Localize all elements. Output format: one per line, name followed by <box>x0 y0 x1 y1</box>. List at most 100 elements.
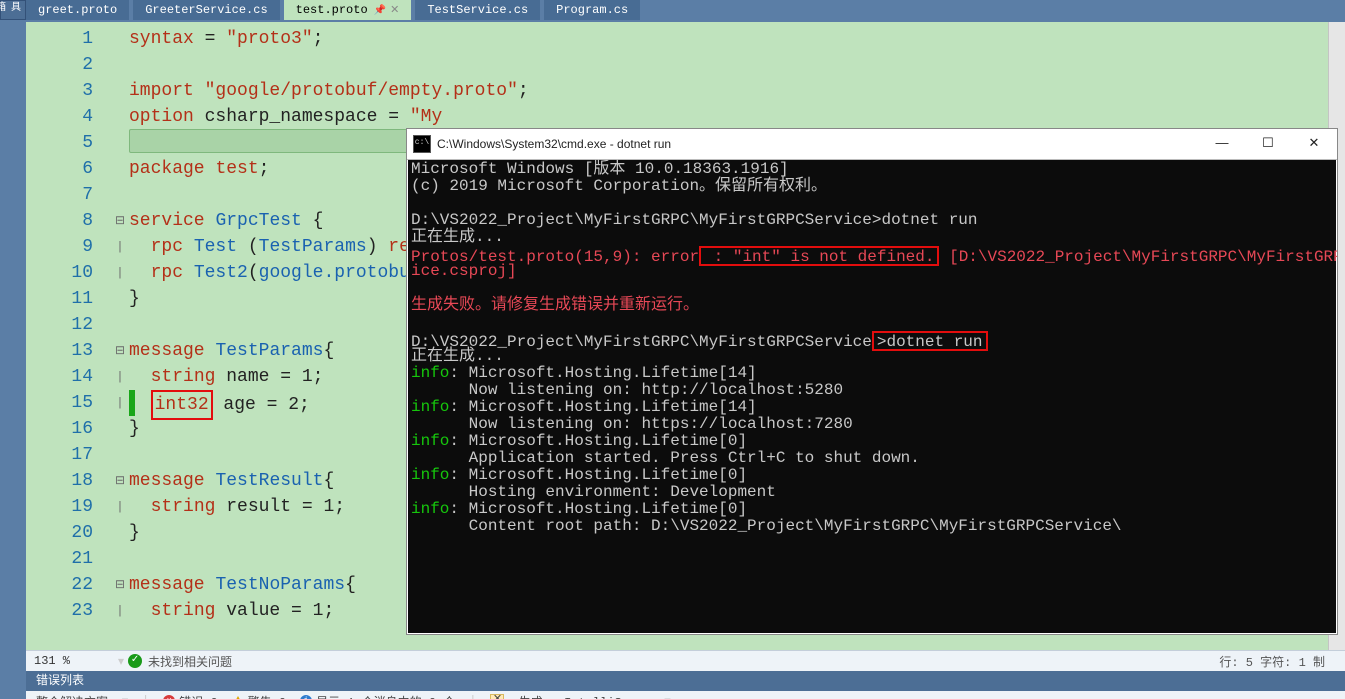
line-number: 18 <box>26 468 93 494</box>
filter-errors[interactable]: ×错误 0 <box>163 693 217 699</box>
fold-mark <box>111 156 129 182</box>
info-icon: i <box>300 695 312 699</box>
maximize-button[interactable]: ☐ <box>1245 129 1291 159</box>
line-number: 5 <box>26 130 93 156</box>
tab-greeterservice-cs[interactable]: GreeterService.cs <box>133 0 279 20</box>
filter-warnings[interactable]: 警告 0 <box>232 693 286 699</box>
toolbox-grip[interactable]: 工具箱 <box>0 0 26 20</box>
terminal-highlight-box: >dotnet run <box>872 331 988 351</box>
line-number: 19 <box>26 494 93 520</box>
line-number: 1 <box>26 26 93 52</box>
no-issues-label: 未找到相关问题 <box>148 653 1219 670</box>
error-list-header[interactable]: 错误列表 <box>26 671 1345 691</box>
terminal-line <box>411 314 1333 331</box>
line-number: 22 <box>26 572 93 598</box>
fold-mark <box>111 286 129 312</box>
terminal-line: info: Microsoft.Hosting.Lifetime[0] <box>411 433 1333 450</box>
terminal-line: Microsoft Windows [版本 10.0.18363.1916] <box>411 161 1333 178</box>
terminal-window[interactable]: c:\ C:\Windows\System32\cmd.exe - dotnet… <box>406 128 1338 635</box>
line-number: 3 <box>26 78 93 104</box>
fold-mark[interactable]: | <box>111 598 129 624</box>
error-icon: × <box>163 695 175 699</box>
terminal-line: Content root path: D:\VS2022_Project\MyF… <box>411 518 1333 535</box>
line-number: 15 <box>26 390 93 416</box>
fold-mark[interactable]: ⊟ <box>111 468 129 494</box>
code-line[interactable]: option csharp_namespace = "My <box>129 104 1345 130</box>
terminal-line <box>411 280 1333 297</box>
line-number: 6 <box>26 156 93 182</box>
terminal-line: 正在生成... <box>411 229 1333 246</box>
fold-mark <box>111 26 129 52</box>
caret-line-highlight <box>129 129 415 153</box>
caret-location: 行: 5 字符: 1 制 <box>1219 653 1345 670</box>
fold-mark <box>111 182 129 208</box>
line-number: 12 <box>26 312 93 338</box>
fold-mark[interactable]: | <box>111 390 129 416</box>
terminal-line: Hosting environment: Development <box>411 484 1333 501</box>
fold-mark[interactable]: ⊟ <box>111 208 129 234</box>
line-number: 20 <box>26 520 93 546</box>
terminal-line: 生成失败。请修复生成错误并重新运行。 <box>411 297 1333 314</box>
terminal-line: info: Microsoft.Hosting.Lifetime[14] <box>411 365 1333 382</box>
terminal-line: info: Microsoft.Hosting.Lifetime[14] <box>411 399 1333 416</box>
terminal-line: Application started. Press Ctrl+C to shu… <box>411 450 1333 467</box>
fold-mark <box>111 416 129 442</box>
fold-mark <box>111 78 129 104</box>
filter-scope[interactable]: 整个解决方案 <box>36 693 108 699</box>
terminal-line: D:\VS2022_Project\MyFirstGRPC\MyFirstGRP… <box>411 331 1333 348</box>
terminal-line: D:\VS2022_Project\MyFirstGRPC\MyFirstGRP… <box>411 212 1333 229</box>
terminal-line: Now listening on: http://localhost:5280 <box>411 382 1333 399</box>
fold-mark <box>111 442 129 468</box>
close-tab-icon[interactable]: ✕ <box>390 5 399 17</box>
code-line[interactable] <box>129 52 1345 78</box>
fold-mark[interactable]: | <box>111 494 129 520</box>
fold-mark[interactable]: | <box>111 364 129 390</box>
fold-gutter[interactable]: ⊟||⊟||⊟|⊟| <box>111 22 129 651</box>
terminal-line: Now listening on: https://localhost:7280 <box>411 416 1333 433</box>
tab-testservice-cs[interactable]: TestService.cs <box>415 0 540 20</box>
fold-mark <box>111 546 129 572</box>
tab-program-cs[interactable]: Program.cs <box>544 0 640 20</box>
terminal-line: Protos/test.proto(15,9): error : "int" i… <box>411 246 1333 263</box>
terminal-highlight-box: : "int" is not defined. <box>699 246 939 266</box>
cmd-icon: c:\ <box>413 135 431 153</box>
filter-info[interactable]: i显示 1 个消息中的 0 个 <box>300 693 455 699</box>
line-number: 11 <box>26 286 93 312</box>
fold-mark <box>111 130 129 156</box>
change-marker <box>129 390 135 416</box>
fold-mark[interactable]: | <box>111 260 129 286</box>
zoom-level[interactable]: 131 % <box>26 654 114 668</box>
fold-mark <box>111 104 129 130</box>
terminal-line: info: Microsoft.Hosting.Lifetime[0] <box>411 501 1333 518</box>
fold-mark[interactable]: ⊟ <box>111 572 129 598</box>
line-number: 8 <box>26 208 93 234</box>
fold-mark <box>111 312 129 338</box>
line-number: 2 <box>26 52 93 78</box>
line-number: 13 <box>26 338 93 364</box>
terminal-title: C:\Windows\System32\cmd.exe - dotnet run <box>437 137 1199 151</box>
tab-greet-proto[interactable]: greet.proto <box>26 0 129 20</box>
code-line[interactable]: import "google/protobuf/empty.proto"; <box>129 78 1345 104</box>
fold-mark[interactable]: ⊟ <box>111 338 129 364</box>
filter-build-source[interactable]: 生成 + IntelliSense <box>518 693 650 699</box>
fold-mark[interactable]: | <box>111 234 129 260</box>
tab-test-proto[interactable]: test.proto📌✕ <box>284 0 412 20</box>
code-line[interactable]: syntax = "proto3"; <box>129 26 1345 52</box>
fold-mark <box>111 520 129 546</box>
line-number: 17 <box>26 442 93 468</box>
minimize-button[interactable]: — <box>1199 129 1245 159</box>
fold-mark <box>111 52 129 78</box>
line-number: 10 <box>26 260 93 286</box>
line-number-gutter: 1234567891011121314151617181920212223 <box>26 22 111 651</box>
terminal-line: info: Microsoft.Hosting.Lifetime[0] <box>411 467 1333 484</box>
pin-icon[interactable]: 📌 <box>374 6 386 17</box>
terminal-output[interactable]: Microsoft Windows [版本 10.0.18363.1916](c… <box>407 159 1337 634</box>
editor-tabs: greet.protoGreeterService.cstest.proto📌✕… <box>26 0 1345 22</box>
editor-status-bar: 131 % ▾ ✓ 未找到相关问题 行: 5 字符: 1 制 <box>26 650 1345 671</box>
line-number: 23 <box>26 598 93 624</box>
terminal-titlebar[interactable]: c:\ C:\Windows\System32\cmd.exe - dotnet… <box>407 129 1337 160</box>
error-list-filters[interactable]: 整个解决方案▾ | ×错误 0 警告 0 i显示 1 个消息中的 0 个 | ✕… <box>26 691 1345 699</box>
line-number: 7 <box>26 182 93 208</box>
line-number: 21 <box>26 546 93 572</box>
close-button[interactable]: ✕ <box>1291 129 1337 159</box>
